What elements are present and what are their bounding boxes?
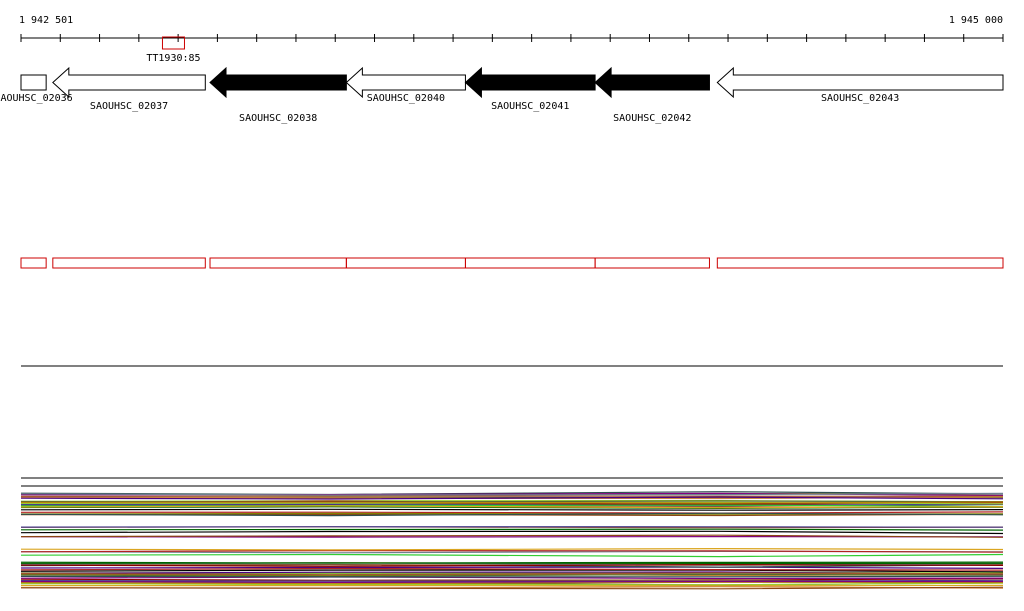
feature-outline-box xyxy=(52,257,206,269)
feature-outline-box xyxy=(209,257,347,269)
feature-outline-box xyxy=(20,257,47,269)
gene-label: SAOUHSC_02040 xyxy=(367,93,445,104)
coverage-line xyxy=(20,530,1004,535)
gene-label: SAOUHSC_02036 xyxy=(0,93,73,104)
coverage-line xyxy=(20,528,1004,531)
gene-label: SAOUHSC_02038 xyxy=(239,113,317,124)
feature-outline-box xyxy=(345,257,466,269)
gene-label: SAOUHSC_02042 xyxy=(613,113,691,124)
genome-browser: 1 942 501 1 945 000 TT1930:85 SAOUHSC_02… xyxy=(0,0,1024,611)
feature-outline-box xyxy=(594,257,710,269)
gene-arrow xyxy=(594,66,710,99)
coverage-line xyxy=(20,566,1004,569)
gene-arrow xyxy=(52,66,206,99)
gene-label: SAOUHSC_02041 xyxy=(491,101,569,112)
terminator-track: TT1930:85 xyxy=(146,36,201,64)
terminator-label: TT1930:85 xyxy=(146,53,200,64)
coverage-line xyxy=(20,575,1004,578)
coordinate-ruler: 1 942 501 1 945 000 xyxy=(19,15,1004,42)
coverage-line xyxy=(20,547,1004,551)
gene-arrow xyxy=(209,66,347,99)
ruler-start-label: 1 942 501 xyxy=(19,15,73,26)
gene-label: SAOUHSC_02043 xyxy=(821,93,899,104)
gene-box xyxy=(20,74,47,91)
coverage-lines-track xyxy=(20,477,1004,590)
terminator-box xyxy=(161,36,185,50)
feature-outline-track xyxy=(20,257,1004,269)
feature-outline-box xyxy=(464,257,596,269)
gene-arrow xyxy=(464,66,596,99)
coverage-line xyxy=(20,508,1004,511)
ruler-end-label: 1 945 000 xyxy=(949,15,1003,26)
gene-label: SAOUHSC_02037 xyxy=(90,101,168,112)
coverage-line xyxy=(20,526,1004,528)
genome-track-canvas: 1 942 501 1 945 000 TT1930:85 SAOUHSC_02… xyxy=(0,15,1004,590)
feature-outline-box xyxy=(716,257,1004,269)
coverage-line xyxy=(20,553,1004,558)
coverage-line xyxy=(20,511,1004,514)
gene-track: SAOUHSC_02036 SAOUHSC_02037 SAOUHSC_02038 S… xyxy=(0,66,1004,124)
